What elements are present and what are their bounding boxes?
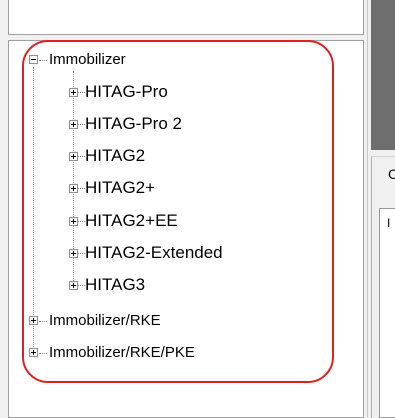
right-group-label: C <box>388 166 395 182</box>
right-dark-panel <box>371 0 395 150</box>
right-field-text: I <box>387 216 391 230</box>
splitter[interactable] <box>367 0 368 418</box>
top-list-panel[interactable] <box>8 0 364 35</box>
highlight-annotation <box>22 40 334 383</box>
right-text-field[interactable] <box>379 208 395 418</box>
